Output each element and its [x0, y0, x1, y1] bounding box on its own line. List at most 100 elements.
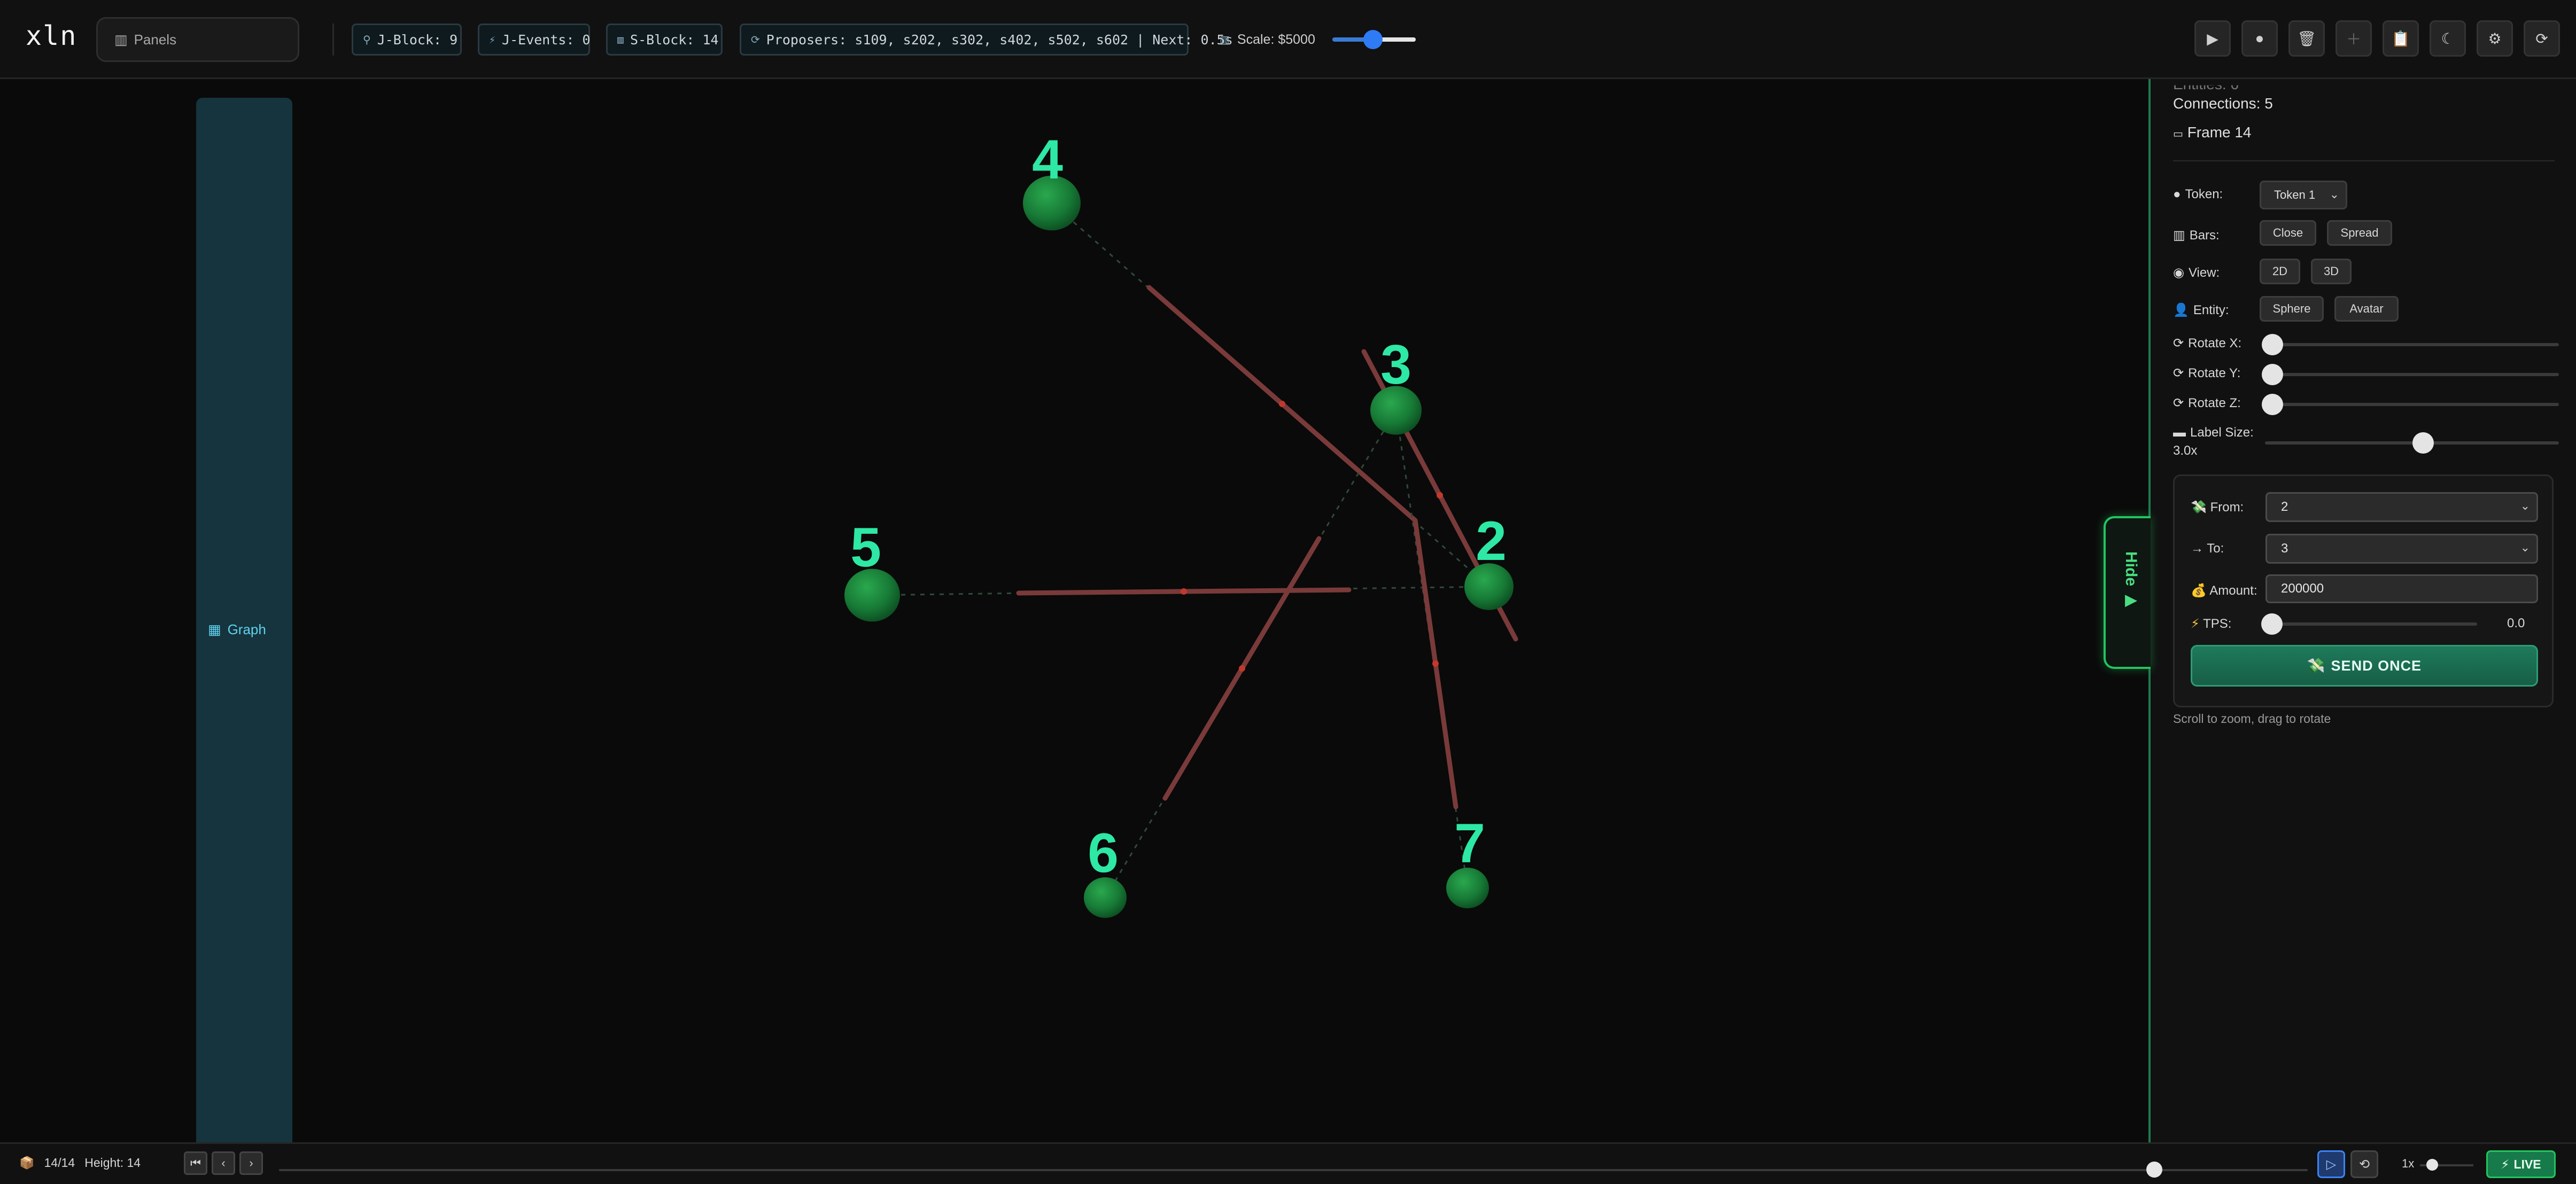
tps-value: 0.0 — [2507, 616, 2525, 630]
bars-close-button[interactable]: Close — [2260, 220, 2316, 246]
sync-icon[interactable]: ⟳ — [2524, 20, 2560, 57]
bars-spread-button[interactable]: Spread — [2327, 220, 2392, 246]
bars-label: ▥ Bars: — [2173, 228, 2220, 243]
arrow-right-icon: → — [2191, 541, 2203, 556]
scale-slider[interactable] — [1332, 30, 1416, 49]
prev-frame-button[interactable]: ‹ — [212, 1151, 235, 1175]
speed-thumb[interactable] — [2426, 1159, 2438, 1171]
loop-icon: ⟲ — [2358, 1157, 2370, 1172]
sync-icon: ⟳ — [751, 33, 760, 46]
token-label: ● Token: — [2173, 187, 2223, 201]
trash-icon[interactable]: 🗑 — [2288, 20, 2325, 57]
next-frame-button[interactable]: › — [239, 1151, 263, 1175]
view-label: ◉ View: — [2173, 265, 2220, 281]
entity-label-3: 3 — [1380, 334, 1411, 396]
hide-panel-label: Hide ▶ — [2122, 551, 2140, 610]
speed-slider[interactable] — [2420, 1159, 2473, 1171]
label-size-slider[interactable] — [2265, 432, 2559, 454]
frame-label: ▭ Frame 14 — [2173, 124, 2252, 141]
send-once-button[interactable]: 💸 SEND ONCE — [2191, 645, 2538, 687]
control-panel: Entities: 6 Connections: 5 ▭ Frame 14 ● T… — [2148, 79, 2576, 1142]
send-once-label: SEND ONCE — [2331, 657, 2422, 674]
entity-avatar-button[interactable]: Avatar — [2334, 296, 2399, 322]
graph-canvas[interactable]: 4 3 2 5 6 7 — [0, 79, 2148, 1142]
hide-panel-tab[interactable]: Hide ▶ — [2104, 516, 2151, 669]
chart-icon: ▥ — [1220, 34, 1230, 46]
scale-label: Scale: $5000 — [1237, 32, 1315, 47]
antenna-icon: ⚲ — [363, 33, 371, 46]
token-select[interactable]: Token 1 ⌄ — [2260, 181, 2347, 209]
label-size-thumb[interactable] — [2412, 432, 2434, 454]
user-icon: 👤 — [2173, 303, 2189, 317]
money-bag-icon: 💰 — [2191, 583, 2207, 598]
edge-midpoint-7-3 — [1432, 660, 1439, 667]
to-label: → To: — [2191, 541, 2224, 556]
timeline-thumb[interactable] — [2146, 1162, 2162, 1178]
clipboard-icon[interactable]: 📋 — [2383, 20, 2419, 57]
j-block-text: J-Block: 9 — [377, 32, 458, 48]
from-select[interactable]: 2 ⌄ — [2265, 492, 2538, 522]
view-3d-button[interactable]: 3D — [2311, 259, 2352, 284]
chevron-down-icon: ⌄ — [2520, 541, 2530, 554]
block-height: Height: 14 — [84, 1156, 141, 1170]
rotate-y-thumb[interactable] — [2262, 364, 2283, 385]
rotate-z-thumb[interactable] — [2262, 394, 2283, 415]
lightning-icon: ⚡ — [2191, 617, 2200, 631]
eye-icon: ◉ — [2173, 266, 2184, 280]
edge-midpoint-3-2 — [1437, 492, 1443, 498]
network-graph[interactable]: 4 3 2 5 6 7 — [0, 79, 2148, 1142]
rotate-y-slider[interactable] — [2262, 364, 2559, 385]
rotate-y-label: ⟳ Rotate Y: — [2173, 365, 2241, 381]
entity-sphere-button[interactable]: Sphere — [2260, 296, 2324, 322]
s-block-text: S-Block: 14 — [630, 32, 719, 48]
entity-label-5: 5 — [850, 517, 881, 579]
sync-icon: ⟳ — [2173, 336, 2184, 350]
toolbar-divider — [332, 24, 334, 56]
j-events-text: J-Events: 0 — [502, 32, 591, 48]
j-events-chip: ⚡ J-Events: 0 — [478, 24, 591, 56]
to-select[interactable]: 3 ⌄ — [2265, 534, 2538, 564]
entity-label: 👤 Entity: — [2173, 302, 2229, 318]
frame-count: 14/14 — [44, 1156, 75, 1170]
play-icon[interactable]: ▶ — [2194, 20, 2231, 57]
amount-input-value: 200000 — [2281, 581, 2324, 596]
toolbar-icons: ▶ ● 🗑 ＋ 📋 ☾ ⚙ ⟳ — [2194, 20, 2560, 57]
view-toggle: ▥ Panels ▦ Graph — [96, 17, 299, 1161]
to-select-value: 3 — [2281, 541, 2288, 556]
scale-slider-thumb[interactable] — [1363, 30, 1383, 49]
moon-icon[interactable]: ☾ — [2430, 20, 2466, 57]
timeline-slider[interactable] — [279, 1162, 2308, 1178]
live-button[interactable]: ⚡ LIVE — [2486, 1150, 2556, 1178]
entity-label-2: 2 — [1476, 510, 1507, 572]
rotate-x-slider[interactable] — [2262, 334, 2559, 355]
coin-icon: ● — [2173, 187, 2181, 201]
entity-label-7: 7 — [1454, 813, 1485, 875]
tps-thumb[interactable] — [2261, 613, 2283, 635]
proposers-text: Proposers: s109, s202, s302, s402, s502,… — [766, 32, 1233, 48]
settings-icon[interactable]: ⚙ — [2477, 20, 2513, 57]
rotate-x-label: ⟳ Rotate X: — [2173, 336, 2242, 351]
add-icon[interactable]: ＋ — [2336, 20, 2372, 57]
record-icon[interactable]: ● — [2241, 20, 2278, 57]
panels-tab[interactable]: ▥ Panels — [103, 24, 192, 56]
loop-button[interactable]: ⟲ — [2350, 1150, 2378, 1178]
frame-info: 📦 14/14 Height: 14 — [19, 1156, 141, 1170]
edge-midpoint-6-3 — [1239, 665, 1245, 672]
play-button[interactable]: ▷ — [2317, 1150, 2345, 1178]
rotate-z-slider[interactable] — [2262, 394, 2559, 415]
first-frame-button[interactable]: ⏮ — [184, 1151, 207, 1175]
s-block-chip: ▥ S-Block: 14 — [606, 24, 723, 56]
label-size-label: ▬ Label Size: — [2173, 425, 2254, 440]
lightning-icon: ⚡ — [489, 33, 496, 46]
j-block-chip: ⚲ J-Block: 9 — [352, 24, 462, 56]
chevron-down-icon: ⌄ — [2329, 188, 2339, 201]
from-select-value: 2 — [2281, 500, 2288, 514]
box-icon: 📦 — [19, 1156, 35, 1170]
top-bar: xln ▥ Panels ▦ Graph ⚲ J-Block: 9 ⚡ J-Ev… — [0, 0, 2576, 1161]
amount-input[interactable]: 200000 — [2265, 574, 2538, 603]
chart-icon: ▥ — [114, 31, 128, 48]
rotate-x-thumb[interactable] — [2262, 334, 2283, 355]
view-2d-button[interactable]: 2D — [2260, 259, 2300, 284]
play-icon: ▷ — [2326, 1157, 2337, 1172]
tps-slider[interactable] — [2261, 613, 2477, 635]
